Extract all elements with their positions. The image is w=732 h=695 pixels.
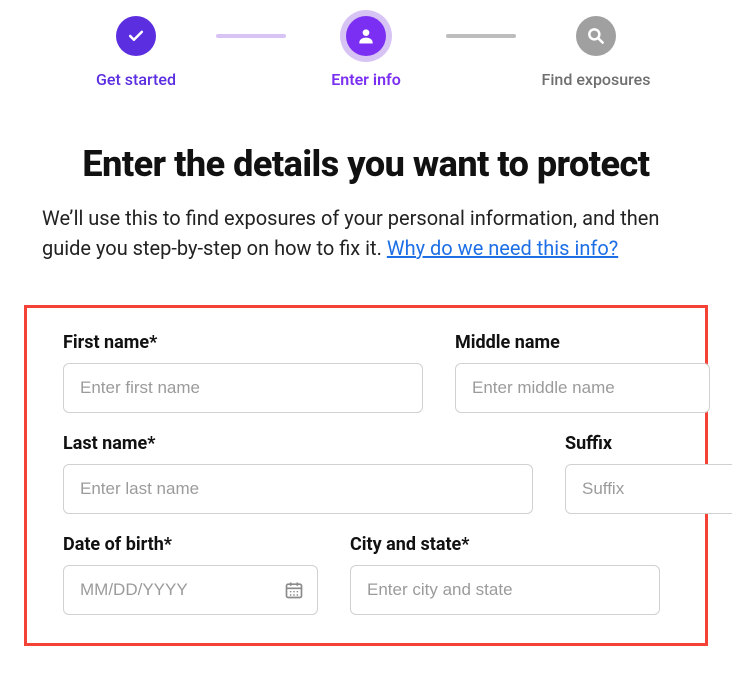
step-find-exposures: Find exposures xyxy=(516,16,676,89)
suffix-label: Suffix xyxy=(565,433,732,454)
lead-text: We’ll use this to find exposures of your… xyxy=(42,203,690,263)
last-name-field-group: Last name* xyxy=(63,433,533,514)
dob-input[interactable] xyxy=(63,565,318,615)
step-enter-info: Enter info xyxy=(286,16,446,89)
step-label: Find exposures xyxy=(542,70,651,89)
last-name-label: Last name* xyxy=(63,433,533,454)
city-state-input[interactable] xyxy=(350,565,660,615)
step-get-started: Get started xyxy=(56,16,216,89)
dob-field-group: Date of birth* xyxy=(63,534,318,615)
city-state-label: City and state* xyxy=(350,534,660,555)
dob-label: Date of birth* xyxy=(63,534,318,555)
progress-stepper: Get started Enter info Find exposures xyxy=(0,16,732,89)
personal-info-form: First name* Middle name Last name* Suffi… xyxy=(24,305,708,646)
middle-name-input[interactable] xyxy=(455,363,710,413)
step-label: Enter info xyxy=(331,70,401,89)
first-name-field-group: First name* xyxy=(63,332,423,413)
page-title: Enter the details you want to protect xyxy=(36,143,696,185)
step-connector xyxy=(446,34,516,38)
why-need-info-link[interactable]: Why do we need this info? xyxy=(387,236,618,260)
step-label: Get started xyxy=(96,70,176,89)
middle-name-label: Middle name xyxy=(455,332,710,353)
first-name-input[interactable] xyxy=(63,363,423,413)
middle-name-field-group: Middle name xyxy=(455,332,710,413)
step-connector xyxy=(216,34,286,38)
person-icon xyxy=(346,16,386,56)
suffix-input[interactable] xyxy=(565,464,732,514)
suffix-field-group: Suffix xyxy=(565,433,732,514)
city-state-field-group: City and state* xyxy=(350,534,660,615)
check-icon xyxy=(116,16,156,56)
last-name-input[interactable] xyxy=(63,464,533,514)
first-name-label: First name* xyxy=(63,332,423,353)
search-icon xyxy=(576,16,616,56)
